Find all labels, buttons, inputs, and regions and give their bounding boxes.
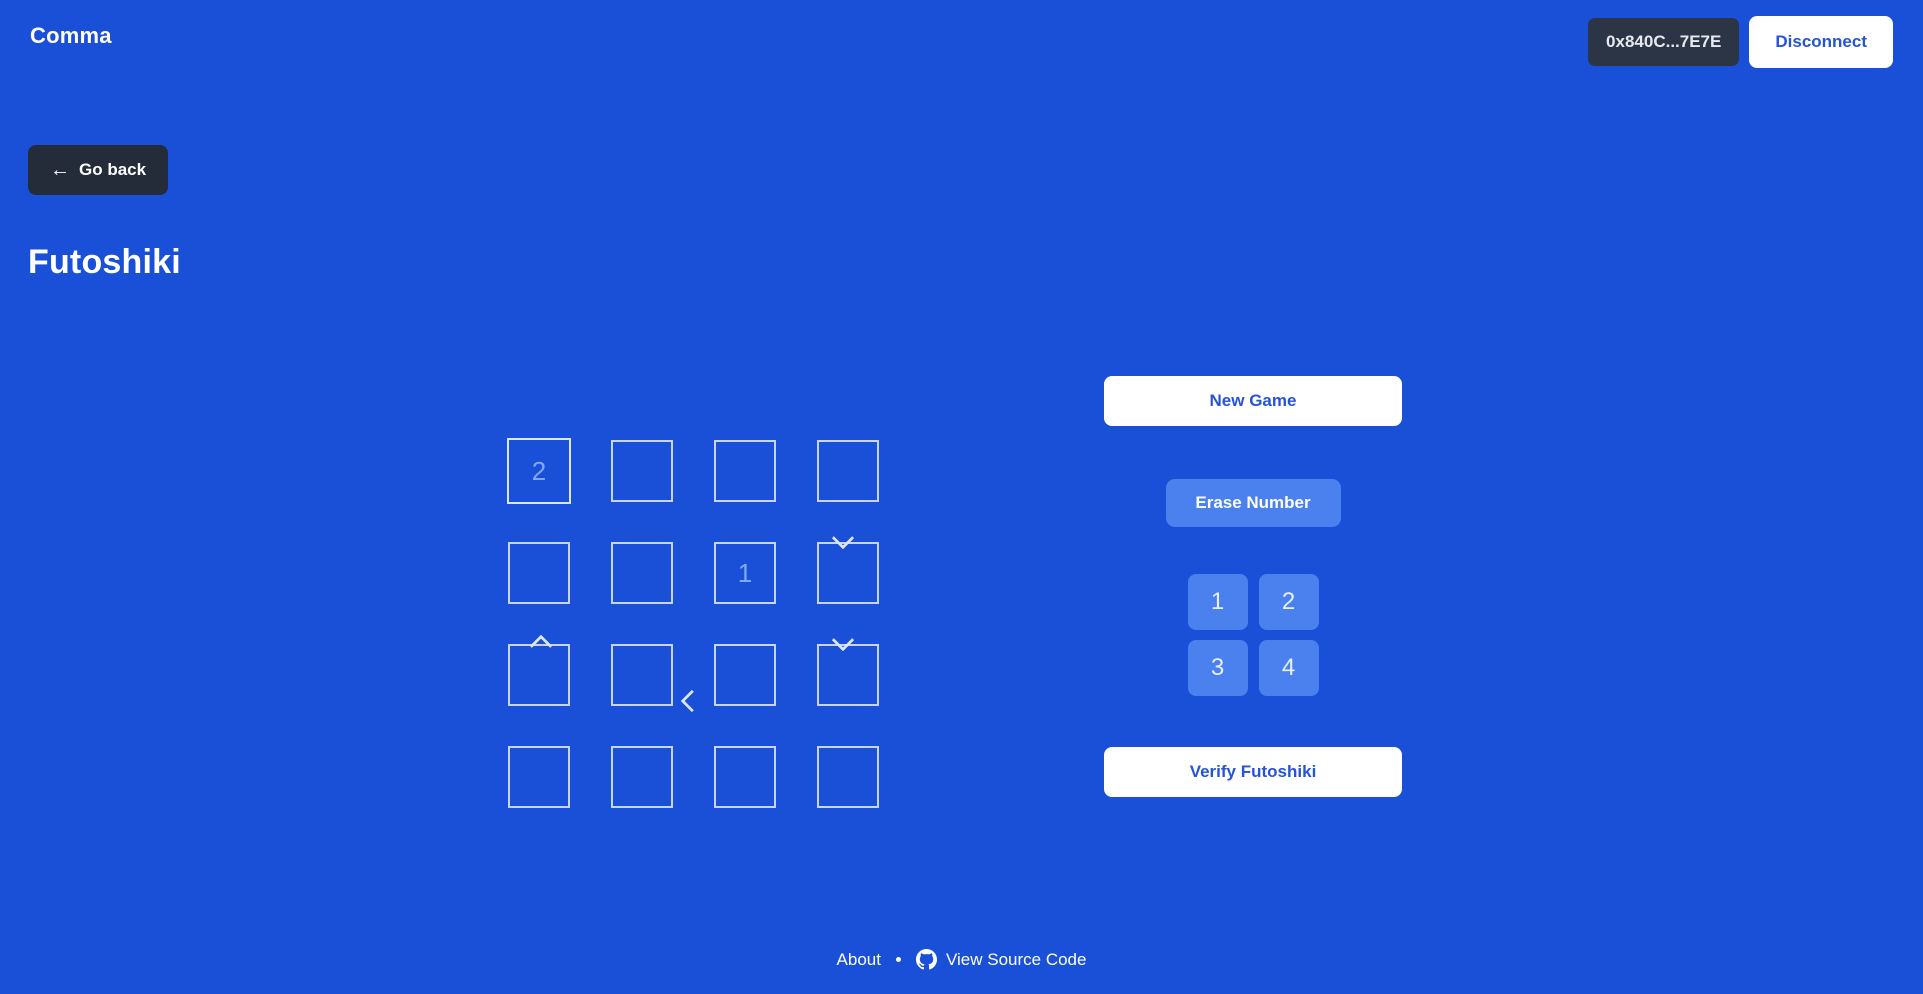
number-button-3[interactable]: 3: [1187, 640, 1248, 696]
board-cell-r3c2[interactable]: [714, 746, 776, 808]
board-cell-r0c0[interactable]: 2: [507, 438, 571, 504]
chevron-up-icon: [528, 630, 554, 658]
board-cell-r1c2[interactable]: 1: [714, 542, 776, 604]
view-source-code-link[interactable]: View Source Code: [915, 949, 1087, 970]
board-cell-r0c3[interactable]: [817, 440, 879, 502]
number-button-4[interactable]: 4: [1258, 640, 1319, 696]
about-link[interactable]: About: [837, 950, 881, 970]
board-cell-r0c2[interactable]: [714, 440, 776, 502]
new-game-button[interactable]: New Game: [1104, 376, 1402, 426]
board-cell-r3c1[interactable]: [611, 746, 673, 808]
erase-row: Erase Number: [1104, 479, 1402, 527]
chevron-glyph: [680, 689, 704, 713]
arrow-left-icon: ←: [50, 159, 70, 181]
futoshiki-board-container: 21: [507, 438, 978, 870]
disconnect-button[interactable]: Disconnect: [1749, 16, 1893, 68]
brand-logo[interactable]: Comma: [30, 16, 112, 51]
footer-separator-dot: [895, 957, 901, 962]
chevron-glyph: [831, 526, 855, 550]
board-cell-r2c1[interactable]: [611, 644, 673, 706]
page-footer: About View Source Code: [0, 949, 1923, 970]
view-source-code-label: View Source Code: [945, 949, 1087, 969]
board-cell-r2c2[interactable]: [714, 644, 776, 706]
erase-number-button[interactable]: Erase Number: [1165, 479, 1341, 527]
cell-value: 2: [531, 455, 547, 486]
verify-futoshiki-button[interactable]: Verify Futoshiki: [1104, 747, 1402, 797]
github-icon: [915, 949, 937, 970]
cell-value: 1: [737, 557, 753, 588]
top-header: Comma 0x840C...7E7E Disconnect: [0, 0, 1923, 92]
board-cell-r3c3[interactable]: [817, 746, 879, 808]
chevron-down-icon: [830, 628, 856, 656]
futoshiki-board: 21: [507, 438, 978, 870]
go-back-button[interactable]: ← Go back: [28, 145, 169, 195]
number-button-2[interactable]: 2: [1258, 574, 1319, 630]
go-back-label: Go back: [79, 160, 147, 179]
board-cell-r3c0[interactable]: [508, 746, 570, 808]
number-pad: 1234: [1104, 574, 1402, 696]
controls-panel: New Game Erase Number 1234 Verify Futosh…: [1104, 376, 1402, 797]
wallet-address-chip[interactable]: 0x840C...7E7E: [1588, 18, 1740, 66]
chevron-left-icon: [676, 688, 704, 714]
header-actions: 0x840C...7E7E Disconnect: [1588, 16, 1893, 68]
page-title: Futoshiki: [28, 243, 181, 281]
board-cell-r0c1[interactable]: [611, 440, 673, 502]
chevron-down-icon: [830, 526, 856, 554]
board-cell-r1c0[interactable]: [508, 542, 570, 604]
chevron-glyph: [529, 634, 553, 658]
board-cell-r1c1[interactable]: [611, 542, 673, 604]
verify-row: Verify Futoshiki: [1104, 747, 1402, 797]
number-button-1[interactable]: 1: [1187, 574, 1248, 630]
chevron-glyph: [831, 628, 855, 652]
